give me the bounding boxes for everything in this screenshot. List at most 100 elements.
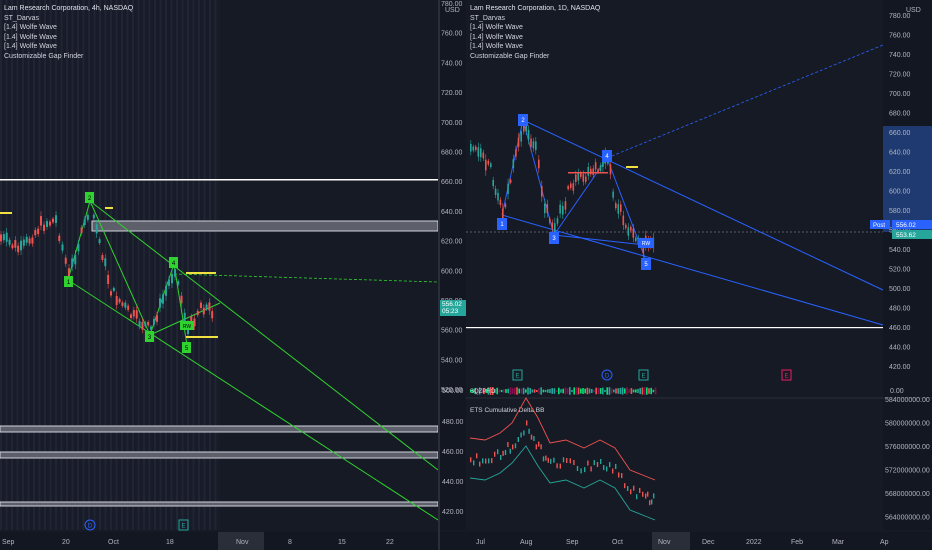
- histogram-bar: [652, 389, 655, 393]
- svg-text:20: 20: [62, 539, 70, 546]
- left-chart-canvas[interactable]: 1 2 3 4 5 RW D E Sep 20 Oct 18 Nov 8 15 …: [0, 0, 438, 550]
- left-wave-1: 1: [64, 276, 73, 287]
- session-stripe: [88, 0, 90, 530]
- cum-delta-bar: [545, 455, 547, 461]
- cum-delta-bar: [479, 461, 481, 467]
- candle-body: [147, 321, 150, 326]
- left-wave-4: 4: [169, 257, 178, 268]
- histogram-bar: [496, 387, 498, 395]
- price-tick: 420.00: [889, 364, 911, 371]
- candle-body: [208, 302, 211, 311]
- candle-body: [480, 148, 482, 158]
- price-tick: 740.00: [889, 52, 911, 59]
- cum-delta-bar: [576, 465, 579, 471]
- cum-delta-bar: [491, 458, 493, 464]
- svg-text:Feb: Feb: [791, 539, 803, 546]
- right-legend-gap-finder[interactable]: Customizable Gap Finder: [470, 52, 600, 62]
- histogram-bar: [560, 389, 562, 393]
- cum-delta-bar: [600, 458, 602, 464]
- svg-text:Mar: Mar: [832, 539, 845, 546]
- price-tick: 760.00: [889, 33, 911, 40]
- gap-box-4: [0, 501, 438, 507]
- cum-delta-bands: [469, 397, 656, 521]
- histogram-bar: [503, 389, 505, 393]
- session-stripe: [143, 0, 145, 530]
- price-tick: 760.00: [441, 31, 463, 38]
- candle-body: [515, 149, 517, 157]
- histogram-bar: [520, 388, 523, 394]
- price-tick: 780.00: [441, 1, 463, 8]
- histogram-bar: [606, 387, 608, 395]
- right-event-e-2: E: [638, 369, 649, 381]
- right-legend-wolfe-2[interactable]: [1.4] Wolfe Wave: [470, 33, 600, 43]
- svg-text:Nov: Nov: [236, 539, 249, 546]
- cum-delta-bar: [651, 499, 653, 505]
- cum-delta-bar: [517, 437, 519, 443]
- right-legend-wolfe-3[interactable]: [1.4] Wolfe Wave: [470, 42, 600, 52]
- candle-body: [2, 234, 5, 241]
- candle-body: [559, 204, 561, 214]
- candle-body: [40, 216, 42, 226]
- candle-body: [546, 204, 549, 213]
- candle-body: [68, 268, 70, 277]
- cum-delta-bar: [520, 432, 522, 438]
- price-tick: 600.00: [441, 268, 463, 275]
- svg-text:Post: Post: [873, 223, 885, 229]
- candle-body: [582, 174, 585, 182]
- price-tick: 720.00: [441, 90, 463, 97]
- price-tick: 680.00: [889, 111, 911, 118]
- right-legend-title[interactable]: Lam Research Corporation, 1D, NASDAQ: [470, 4, 600, 14]
- candle-body: [165, 285, 167, 296]
- candle-body: [622, 215, 625, 226]
- left-legend-wolfe-1[interactable]: [1.4] Wolfe Wave: [4, 23, 133, 33]
- cum-delta-bar: [606, 466, 608, 472]
- candle-body: [544, 203, 546, 214]
- candle-body: [200, 302, 202, 308]
- svg-text:E: E: [641, 374, 645, 380]
- cum-delta-right-tick: 568000000.00: [885, 491, 930, 498]
- candle-body: [34, 229, 37, 236]
- svg-text:22: 22: [386, 539, 394, 546]
- svg-text:Oct: Oct: [108, 539, 119, 546]
- candle-body: [156, 315, 158, 322]
- session-stripe: [99, 0, 101, 530]
- left-legend-wolfe-3[interactable]: [1.4] Wolfe Wave: [4, 42, 133, 52]
- candle-body: [95, 224, 98, 234]
- left-legend-wolfe-2[interactable]: [1.4] Wolfe Wave: [4, 33, 133, 43]
- gap-box-2: [0, 425, 438, 433]
- right-legend-darvas[interactable]: ST_Darvas: [470, 14, 600, 24]
- left-legend-title[interactable]: Lam Research Corporation, 4h, NASDAQ: [4, 4, 133, 14]
- session-stripe: [137, 0, 140, 530]
- cum-delta-left-tick: 480.00: [442, 419, 464, 426]
- left-legend-darvas[interactable]: ST_Darvas: [4, 14, 133, 24]
- cum-delta-bar: [530, 434, 533, 440]
- session-stripe: [49, 0, 52, 530]
- histogram-bar: [562, 388, 564, 394]
- candle-body: [523, 125, 525, 132]
- candle-body: [80, 227, 83, 233]
- candle-body: [138, 321, 141, 327]
- cum-delta-left-tick: 420.00: [442, 509, 464, 516]
- histogram-bar: [566, 388, 569, 394]
- svg-text:553.62: 553.62: [896, 232, 916, 239]
- gap-box-1: [91, 220, 438, 232]
- candle-body: [477, 147, 480, 157]
- candle-body: [46, 221, 48, 227]
- right-wolfe-lines: [501, 119, 884, 326]
- candle-body: [11, 244, 14, 249]
- candle-body: [599, 165, 602, 171]
- cum-delta-bar: [596, 462, 599, 468]
- cum-delta-bar: [528, 428, 530, 434]
- right-chart-canvas[interactable]: USD 780.00 760.00 740.00 720.00 700.00 680.00…: [440, 0, 932, 550]
- cum-delta-bar: [649, 500, 651, 506]
- left-legend-gap-finder[interactable]: Customizable Gap Finder: [4, 52, 133, 62]
- candle-body: [570, 183, 572, 188]
- right-chart-pane[interactable]: Lam Research Corporation, 1D, NASDAQ ST_…: [440, 0, 932, 550]
- svg-text:Jul: Jul: [476, 539, 485, 546]
- histogram-bar: [621, 387, 624, 395]
- histogram-bar: [608, 387, 611, 395]
- candle-body: [494, 188, 497, 196]
- candle-body: [110, 291, 112, 296]
- right-legend-wolfe-1[interactable]: [1.4] Wolfe Wave: [470, 23, 600, 33]
- left-chart-pane[interactable]: Lam Research Corporation, 4h, NASDAQ ST_…: [0, 0, 438, 550]
